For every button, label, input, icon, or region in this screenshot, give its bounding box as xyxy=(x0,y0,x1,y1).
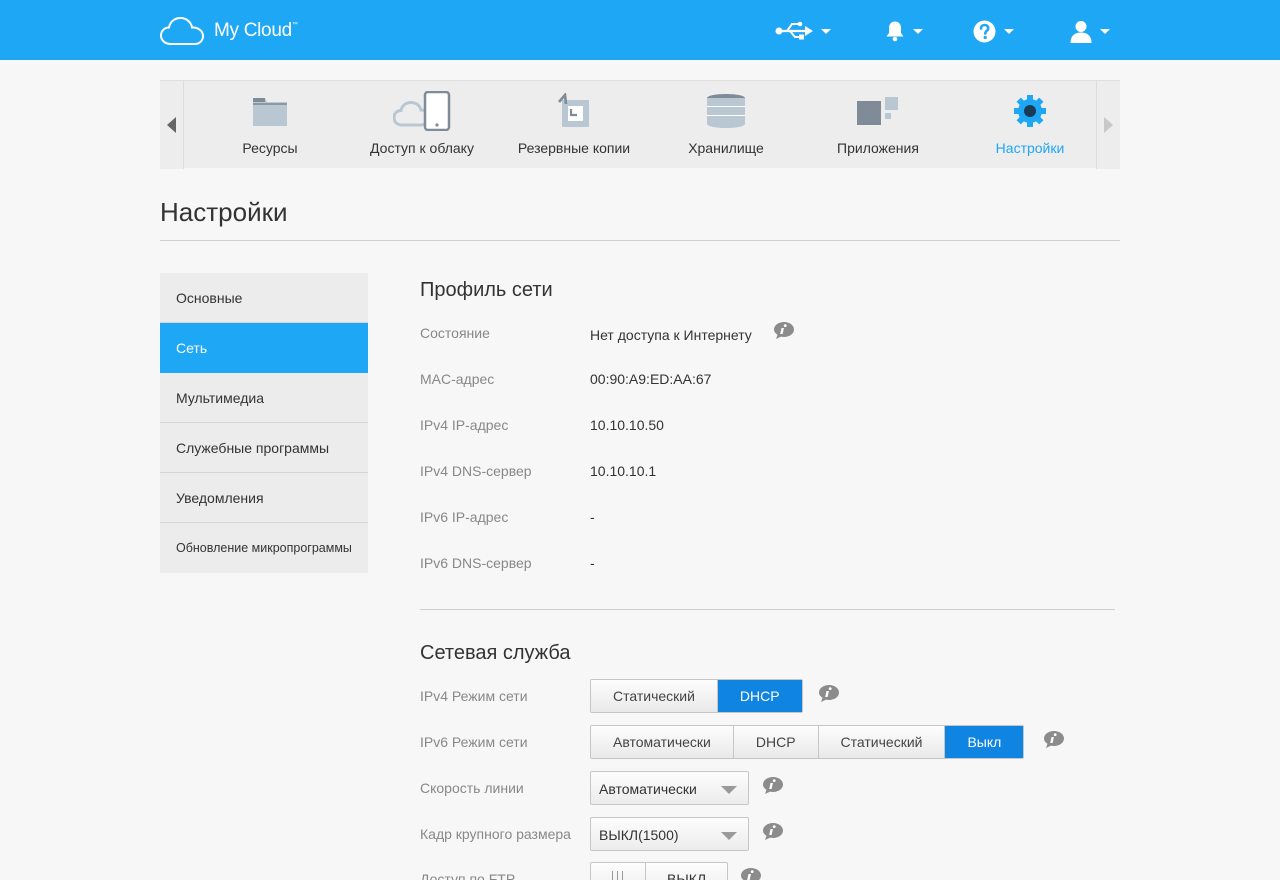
network-profile-title: Профиль сети xyxy=(420,279,553,301)
backup-icon xyxy=(558,93,589,127)
nav-item-storage[interactable]: Хранилище xyxy=(650,81,802,169)
ipv4-mode-static-button[interactable]: Статический xyxy=(591,680,718,712)
usb-icon xyxy=(775,21,813,40)
nav-item-cloud-access[interactable]: Доступ к облаку xyxy=(346,81,498,169)
jumbo-frame-label: Кадр крупного размера xyxy=(420,826,571,842)
info-icon[interactable] xyxy=(1043,730,1065,749)
ipv6-mode-dhcp-button[interactable]: DHCP xyxy=(733,726,819,758)
jumbo-frame-value: ВЫКЛ(1500) xyxy=(599,827,679,843)
gear-icon xyxy=(1014,95,1046,127)
sidebar-item-media[interactable]: Мультимедиа xyxy=(160,373,368,423)
ipv6-dns-label: IPv6 DNS-сервер xyxy=(420,555,532,571)
user-icon xyxy=(1070,20,1092,43)
folder-icon xyxy=(253,98,287,126)
ipv6-mode-static-button[interactable]: Статический xyxy=(818,726,946,758)
nav-item-apps[interactable]: Приложения xyxy=(802,81,954,169)
section-divider xyxy=(420,609,1115,610)
info-icon[interactable] xyxy=(773,321,795,340)
nav-item-backups[interactable]: Резервные копии xyxy=(498,81,650,169)
nav-item-label: Настройки xyxy=(995,140,1065,156)
notifications-menu[interactable] xyxy=(885,16,923,46)
network-service-title: Сетевая служба xyxy=(420,642,571,664)
ipv4-mode-dhcp-button[interactable]: DHCP xyxy=(717,680,802,712)
sidebar-item-utilities[interactable]: Служебные программы xyxy=(160,423,368,473)
nav-item-resources[interactable]: Ресурсы xyxy=(194,81,346,169)
mac-address-label: MAC-адрес xyxy=(420,371,495,387)
cloud-logo-icon xyxy=(160,16,204,45)
chevron-down-icon xyxy=(821,28,831,34)
ipv6-mode-auto-button[interactable]: Автоматически xyxy=(591,726,734,758)
ipv4-mode-label: IPv4 Режим сети xyxy=(420,688,528,704)
apps-icon xyxy=(857,97,898,125)
sidebar-item-network[interactable]: Сеть xyxy=(160,323,368,373)
user-menu[interactable] xyxy=(1070,16,1110,46)
info-icon[interactable] xyxy=(818,684,840,703)
link-speed-dropdown[interactable]: Автоматически xyxy=(590,771,749,805)
trademark: ™ xyxy=(291,22,298,28)
ftp-access-value: ВЫКЛ xyxy=(667,871,707,880)
sidebar-item-firmware-update[interactable]: Обновление микропрограммы xyxy=(160,523,368,573)
ipv6-address-label: IPv6 IP-адрес xyxy=(420,509,509,525)
sidebar-item-general[interactable]: Основные xyxy=(160,273,368,323)
ipv4-address-value: 10.10.10.50 xyxy=(590,417,664,433)
help-menu[interactable] xyxy=(973,16,1014,46)
ipv4-dns-value: 10.10.10.1 xyxy=(590,463,657,479)
jumbo-frame-dropdown[interactable]: ВЫКЛ(1500) xyxy=(590,817,749,851)
main-nav: Ресурсы Доступ к облаку Резервные копии xyxy=(160,80,1120,169)
nav-item-label: Доступ к облаку xyxy=(370,140,474,156)
sidebar-item-notifications[interactable]: Уведомления xyxy=(160,473,368,523)
status-value: Нет доступа к Интернету xyxy=(590,327,752,343)
chevron-down-icon xyxy=(1100,28,1110,34)
ipv6-dns-value: - xyxy=(590,555,595,571)
ipv4-address-label: IPv4 IP-адрес xyxy=(420,417,509,433)
ipv6-mode-label: IPv6 Режим сети xyxy=(420,734,528,750)
chevron-down-icon xyxy=(721,832,737,840)
chevron-down-icon xyxy=(913,28,923,34)
usb-menu[interactable] xyxy=(775,16,831,46)
ipv6-mode-off-button[interactable]: Выкл xyxy=(945,726,1024,758)
mac-address-value: 00:90:A9:ED:AA:67 xyxy=(590,371,712,387)
nav-item-label: Хранилище xyxy=(688,140,764,156)
nav-item-label: Приложения xyxy=(837,140,919,156)
status-label: Состояние xyxy=(420,325,490,341)
page-title: Настройки xyxy=(160,197,288,227)
nav-scroll-right[interactable] xyxy=(1096,81,1120,169)
ftp-access-toggle[interactable]: ВЫКЛ xyxy=(590,862,728,880)
nav-item-settings[interactable]: Настройки xyxy=(954,81,1106,169)
ipv6-mode-selector: Автоматически DHCP Статический Выкл xyxy=(590,725,1025,759)
link-speed-label: Скорость линии xyxy=(420,780,524,796)
bell-icon xyxy=(886,21,904,42)
ipv6-address-value: - xyxy=(590,509,595,525)
storage-icon xyxy=(707,94,745,128)
nav-scroll-left[interactable] xyxy=(160,81,184,169)
chevron-down-icon xyxy=(1004,28,1014,34)
info-icon[interactable] xyxy=(762,822,784,841)
ipv4-mode-selector: Статический DHCP xyxy=(590,679,803,713)
nav-item-label: Резервные копии xyxy=(517,140,631,156)
info-icon[interactable] xyxy=(740,867,762,880)
nav-item-label: Ресурсы xyxy=(242,140,298,156)
arrow-right-icon xyxy=(1104,117,1113,133)
info-icon[interactable] xyxy=(762,776,784,795)
help-icon xyxy=(973,20,996,42)
title-divider xyxy=(160,240,1120,241)
cloud-access-icon xyxy=(393,91,451,131)
link-speed-value: Автоматически xyxy=(599,781,697,797)
top-bar: My Cloud™ xyxy=(0,0,1280,60)
arrow-left-icon xyxy=(167,117,176,133)
toggle-knob xyxy=(591,863,646,880)
ipv4-dns-label: IPv4 DNS-сервер xyxy=(420,463,532,479)
brand-name: My Cloud xyxy=(214,20,292,41)
my-cloud-logo[interactable]: My Cloud™ xyxy=(160,16,298,46)
ftp-access-label: Доступ по FTP xyxy=(420,871,516,880)
settings-sidebar: Основные Сеть Мультимедиа Служебные прог… xyxy=(160,273,368,573)
chevron-down-icon xyxy=(721,786,737,794)
